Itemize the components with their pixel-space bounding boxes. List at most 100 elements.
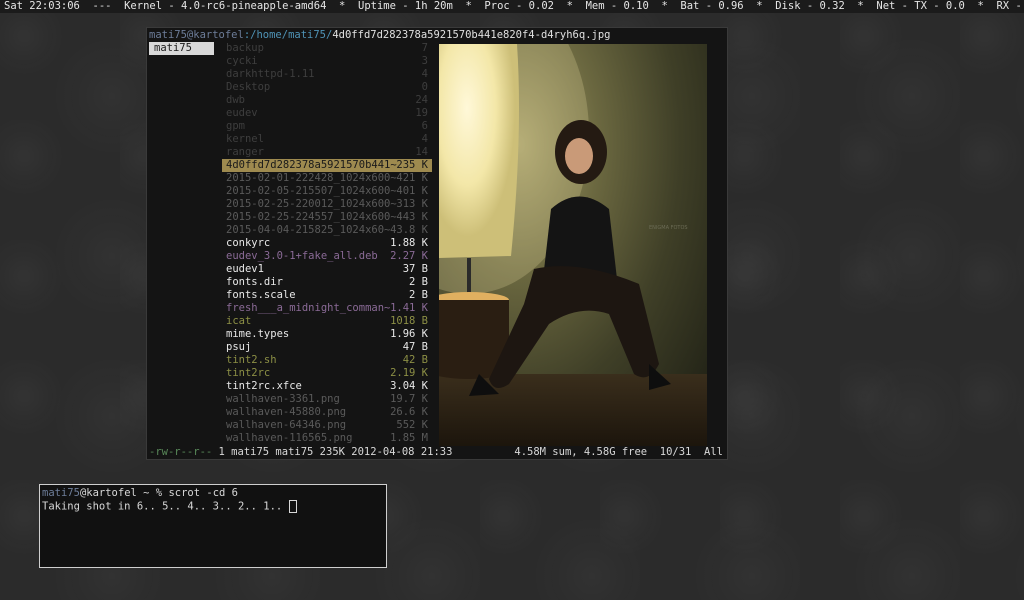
- file-permissions: -rw-r--r--: [149, 446, 213, 458]
- file-name: cycki: [226, 55, 258, 67]
- file-list-item[interactable]: eudev1 37 B: [222, 263, 432, 276]
- file-name: eudev1: [226, 263, 264, 275]
- title-path: :/home/mati75/: [243, 29, 333, 41]
- file-list-item[interactable]: eudev_3.0-1+fake_all.deb 2.27 K: [222, 250, 432, 263]
- file-list-item[interactable]: fonts.dir 2 B: [222, 276, 432, 289]
- file-list-item[interactable]: wallhaven-116565.png 1.85 M: [222, 432, 432, 445]
- file-list-item[interactable]: psuj 47 B: [222, 341, 432, 354]
- file-size: 2 B: [409, 276, 428, 288]
- file-list-item[interactable]: gpm 6: [222, 120, 432, 133]
- file-size: 1.88 K: [390, 237, 428, 249]
- terminal-prompt-line: mati75@kartofel ~ % scrot -cd 6: [42, 487, 384, 500]
- file-list-item[interactable]: conkyrc 1.88 K: [222, 237, 432, 250]
- system-status-bar: Sat 22:03:06 --- Kernel - 4.0-rc6-pineap…: [0, 0, 1024, 13]
- file-name: mime.types: [226, 328, 290, 340]
- file-size: 19.7 K: [390, 393, 428, 405]
- file-name: wallhaven-64346.png: [226, 419, 347, 431]
- file-name: backup: [226, 42, 264, 54]
- dir-summary: 4.58M sum, 4.58G free 10/31 All: [514, 446, 723, 458]
- file-list-item[interactable]: 2015-02-25-220012_1024x600~ 313 K: [222, 198, 432, 211]
- file-size: 443 K: [396, 211, 428, 223]
- file-size: 3.04 K: [390, 380, 428, 392]
- file-name: fonts.dir: [226, 276, 283, 288]
- file-name: darkhttpd-1.11: [226, 68, 315, 80]
- file-name: icat: [226, 315, 252, 327]
- file-size: 313 K: [396, 198, 428, 210]
- file-name: wallhaven-116565.png: [226, 432, 353, 444]
- terminal-output: Taking shot in 6.. 5.. 4.. 3.. 2.. 1..: [42, 500, 289, 513]
- file-name: 2015-02-25-220012_1024x600~: [226, 198, 397, 210]
- file-list-item[interactable]: kernel 4: [222, 133, 432, 146]
- terminal-cursor: [288, 500, 297, 513]
- file-size: 7: [421, 42, 428, 54]
- terminal-window[interactable]: mati75@kartofel ~ % scrot -cd 6 Taking s…: [39, 484, 387, 568]
- file-list-item[interactable]: 2015-02-05-215507_1024x600~ 401 K: [222, 185, 432, 198]
- photo-preview-image: ENIGMA FOTOS: [439, 44, 707, 446]
- file-name: Desktop: [226, 81, 271, 93]
- file-name: tint2.sh: [226, 354, 277, 366]
- parent-directory-column: mati75: [149, 42, 217, 55]
- file-list-item[interactable]: wallhaven-3361.png 19.7 K: [222, 393, 432, 406]
- file-list-item[interactable]: tint2rc 2.19 K: [222, 367, 432, 380]
- file-name: fonts.scale: [226, 289, 296, 301]
- file-name: psuj: [226, 341, 252, 353]
- title-user-host: mati75@kartofel: [149, 29, 244, 41]
- file-list-item[interactable]: 4d0ffd7d282378a5921570b441~ 235 K: [222, 159, 432, 172]
- file-name: tint2rc: [226, 367, 271, 379]
- file-list-item[interactable]: icat 1018 B: [222, 315, 432, 328]
- file-list-item[interactable]: mime.types 1.96 K: [222, 328, 432, 341]
- file-size: 47 B: [402, 341, 428, 353]
- file-size: 401 K: [396, 185, 428, 197]
- file-size: 6: [421, 120, 428, 132]
- file-size: 552 K: [396, 419, 428, 431]
- file-list-item[interactable]: wallhaven-64346.png 552 K: [222, 419, 432, 432]
- file-size: 43.8 K: [390, 224, 428, 236]
- file-name: 2015-04-04-215825_1024x60~: [226, 224, 391, 236]
- file-list-item[interactable]: 2015-02-01-222428_1024x600~ 421 K: [222, 172, 432, 185]
- file-size: 421 K: [396, 172, 428, 184]
- ranger-status-footer: -rw-r--r-- 1 mati75 mati75 235K 2012-04-…: [149, 446, 725, 459]
- file-list-item[interactable]: darkhttpd-1.11 4: [222, 68, 432, 81]
- file-name: kernel: [226, 133, 264, 145]
- lamp-shade: [439, 44, 519, 258]
- image-preview: ENIGMA FOTOS: [439, 44, 707, 446]
- ranger-title: mati75@kartofel:/home/mati75/4d0ffd7d282…: [149, 29, 611, 42]
- file-list-item[interactable]: fonts.scale 2 B: [222, 289, 432, 302]
- file-size: 42 B: [402, 354, 428, 366]
- file-name: tint2rc.xfce: [226, 380, 302, 392]
- file-name: 2015-02-01-222428_1024x600~: [226, 172, 397, 184]
- terminal-command: @kartofel ~ % scrot -cd 6: [79, 487, 238, 499]
- file-name: eudev_3.0-1+fake_all.deb: [226, 250, 378, 262]
- file-list-item[interactable]: 2015-02-25-224557_1024x600~ 443 K: [222, 211, 432, 224]
- file-size: 0: [421, 81, 428, 93]
- file-name: ranger: [226, 146, 264, 158]
- file-list-item[interactable]: tint2rc.xfce 3.04 K: [222, 380, 432, 393]
- file-list-item[interactable]: tint2.sh 42 B: [222, 354, 432, 367]
- file-name: conkyrc: [226, 237, 271, 249]
- file-list-item[interactable]: 2015-04-04-215825_1024x60~ 43.8 K: [222, 224, 432, 237]
- file-size: 235 K: [396, 159, 428, 171]
- file-list-item[interactable]: dwb 24: [222, 94, 432, 107]
- file-size: 2 B: [409, 289, 428, 301]
- parent-dir-item[interactable]: mati75: [149, 42, 214, 55]
- file-size: 1.85 M: [390, 432, 428, 444]
- file-list-item[interactable]: ranger 14: [222, 146, 432, 159]
- file-size: 24: [415, 94, 428, 106]
- file-size: 2.27 K: [390, 250, 428, 262]
- file-list-item[interactable]: wallhaven-45880.png 26.6 K: [222, 406, 432, 419]
- file-list-item[interactable]: eudev 19: [222, 107, 432, 120]
- file-list-item[interactable]: cycki 3: [222, 55, 432, 68]
- file-list-item[interactable]: backup 7: [222, 42, 432, 55]
- file-name: wallhaven-3361.png: [226, 393, 340, 405]
- file-size: 1.41 K: [390, 302, 428, 314]
- file-list-item[interactable]: fresh___a_midnight_comman~ 1.41 K: [222, 302, 432, 315]
- file-name: 4d0ffd7d282378a5921570b441~: [226, 159, 397, 171]
- file-size: 14: [415, 146, 428, 158]
- file-name: wallhaven-45880.png: [226, 406, 347, 418]
- title-filename: 4d0ffd7d282378a5921570b441e820f4-d4ryh6q…: [332, 29, 611, 41]
- file-size: 1.96 K: [390, 328, 428, 340]
- file-size: 26.6 K: [390, 406, 428, 418]
- file-list-column: backup 7 cycki 3 darkhttpd-1.11 4 Desktop 0 dwb 2…: [222, 42, 432, 445]
- file-list-item[interactable]: Desktop 0: [222, 81, 432, 94]
- ranger-file-manager-window[interactable]: mati75@kartofel:/home/mati75/4d0ffd7d282…: [146, 27, 728, 460]
